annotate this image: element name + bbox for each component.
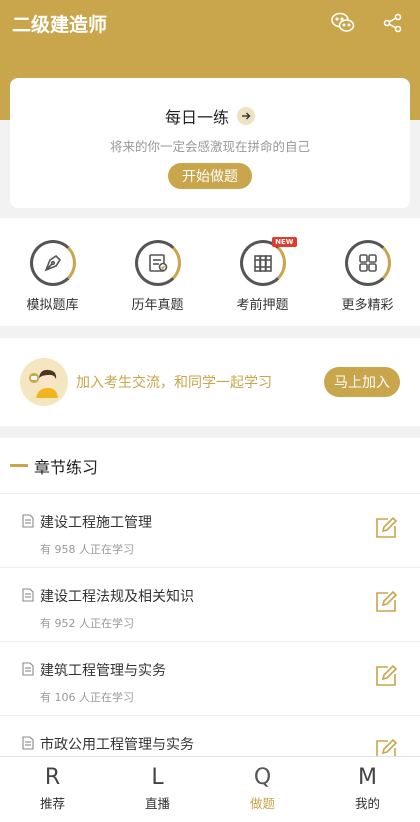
- arrow-right-icon: [237, 107, 255, 125]
- wechat-icon[interactable]: [330, 10, 356, 36]
- list-item[interactable]: 建设工程法规及相关知识 有 952 人正在学习: [0, 568, 420, 642]
- list-item[interactable]: 建设工程施工管理 有 958 人正在学习: [0, 494, 420, 568]
- chapter-name-row: 建筑工程管理与实务: [22, 660, 166, 680]
- exam-paper-icon: [134, 240, 181, 286]
- tab-practice[interactable]: Q 做题: [210, 757, 315, 822]
- section-accent-bar: [10, 464, 28, 467]
- list-item[interactable]: 建筑工程管理与实务 有 106 人正在学习: [0, 642, 420, 716]
- tab-label: 推荐: [39, 796, 65, 811]
- action-more[interactable]: 更多精彩: [315, 218, 420, 326]
- share-icon[interactable]: [380, 10, 406, 36]
- start-practice-button[interactable]: 开始做题: [168, 163, 252, 189]
- tab-mine[interactable]: M 我的: [315, 757, 420, 822]
- action-label: 考前押题: [236, 298, 289, 313]
- daily-practice-card[interactable]: 每日一练 将来的你一定会感激现在拼命的自己 开始做题: [10, 78, 410, 208]
- grid-icon: [344, 240, 391, 286]
- app-screen: 二级建造师 每日一练 将来的你一定会感激现在拼命的自己 开始做题 模拟题库 历年…: [0, 0, 420, 822]
- chapter-name-row: 建设工程施工管理: [22, 512, 152, 532]
- learner-count: 有 952 人正在学习: [40, 617, 134, 630]
- document-icon: [22, 661, 34, 680]
- profile-icon: M: [358, 765, 377, 790]
- learner-count: 有 958 人正在学习: [40, 543, 134, 556]
- tab-label: 我的: [354, 796, 380, 811]
- action-label: 模拟题库: [26, 298, 79, 313]
- tab-recommend[interactable]: R 推荐: [0, 757, 105, 822]
- chapter-name: 建设工程法规及相关知识: [40, 589, 194, 605]
- daily-title: 每日一练: [164, 108, 229, 127]
- chapter-practice-section: 章节练习 建设工程施工管理 有 958 人正在学习 建设工程法规及相关知识 有 …: [0, 438, 420, 790]
- join-now-button[interactable]: 马上加入: [324, 367, 400, 397]
- books-icon: NEW: [239, 237, 297, 286]
- join-text: 加入考生交流，和同学一起学习: [76, 375, 272, 391]
- header-actions: [330, 10, 406, 36]
- avatar: [20, 358, 68, 406]
- live-icon: L: [151, 765, 164, 790]
- tab-label: 做题: [249, 796, 275, 811]
- section-title: 章节练习: [34, 457, 99, 477]
- action-label: 更多精彩: [341, 298, 394, 313]
- edit-icon[interactable]: [374, 516, 398, 544]
- action-label: 历年真题: [131, 298, 184, 313]
- document-icon: [22, 587, 34, 606]
- action-predicted-questions[interactable]: NEW 考前押题: [210, 218, 315, 326]
- chapter-name-row: 建设工程法规及相关知识: [22, 586, 194, 606]
- tab-live[interactable]: L 直播: [105, 757, 210, 822]
- edit-icon[interactable]: [374, 664, 398, 692]
- page-title: 二级建造师: [12, 14, 108, 36]
- section-header: 章节练习: [0, 438, 420, 494]
- action-mock-bank[interactable]: 模拟题库: [0, 218, 105, 326]
- practice-icon: Q: [253, 765, 272, 790]
- join-community-banner[interactable]: 加入考生交流，和同学一起学习 马上加入: [0, 338, 420, 426]
- daily-title-row: 每日一练: [10, 104, 410, 128]
- learner-count: 有 106 人正在学习: [40, 691, 134, 704]
- action-past-exams[interactable]: 历年真题: [105, 218, 210, 326]
- document-icon: [22, 735, 34, 754]
- document-icon: [22, 513, 34, 532]
- recommend-icon: R: [44, 765, 61, 790]
- tab-label: 直播: [144, 796, 170, 811]
- chapter-name-row: 市政公用工程管理与实务: [22, 734, 194, 754]
- new-badge: NEW: [272, 237, 297, 247]
- chapter-name: 建设工程施工管理: [40, 515, 152, 531]
- pen-nib-icon: [29, 240, 76, 286]
- chapter-name: 市政公用工程管理与实务: [40, 737, 194, 753]
- chapter-name: 建筑工程管理与实务: [40, 663, 166, 679]
- quick-actions: 模拟题库 历年真题 NEW 考前押题 更多精彩: [0, 218, 420, 326]
- daily-subtitle: 将来的你一定会感激现在拼命的自己: [109, 139, 310, 154]
- edit-icon[interactable]: [374, 590, 398, 618]
- bottom-tab-bar: R 推荐 L 直播 Q 做题 M 我的: [0, 756, 420, 822]
